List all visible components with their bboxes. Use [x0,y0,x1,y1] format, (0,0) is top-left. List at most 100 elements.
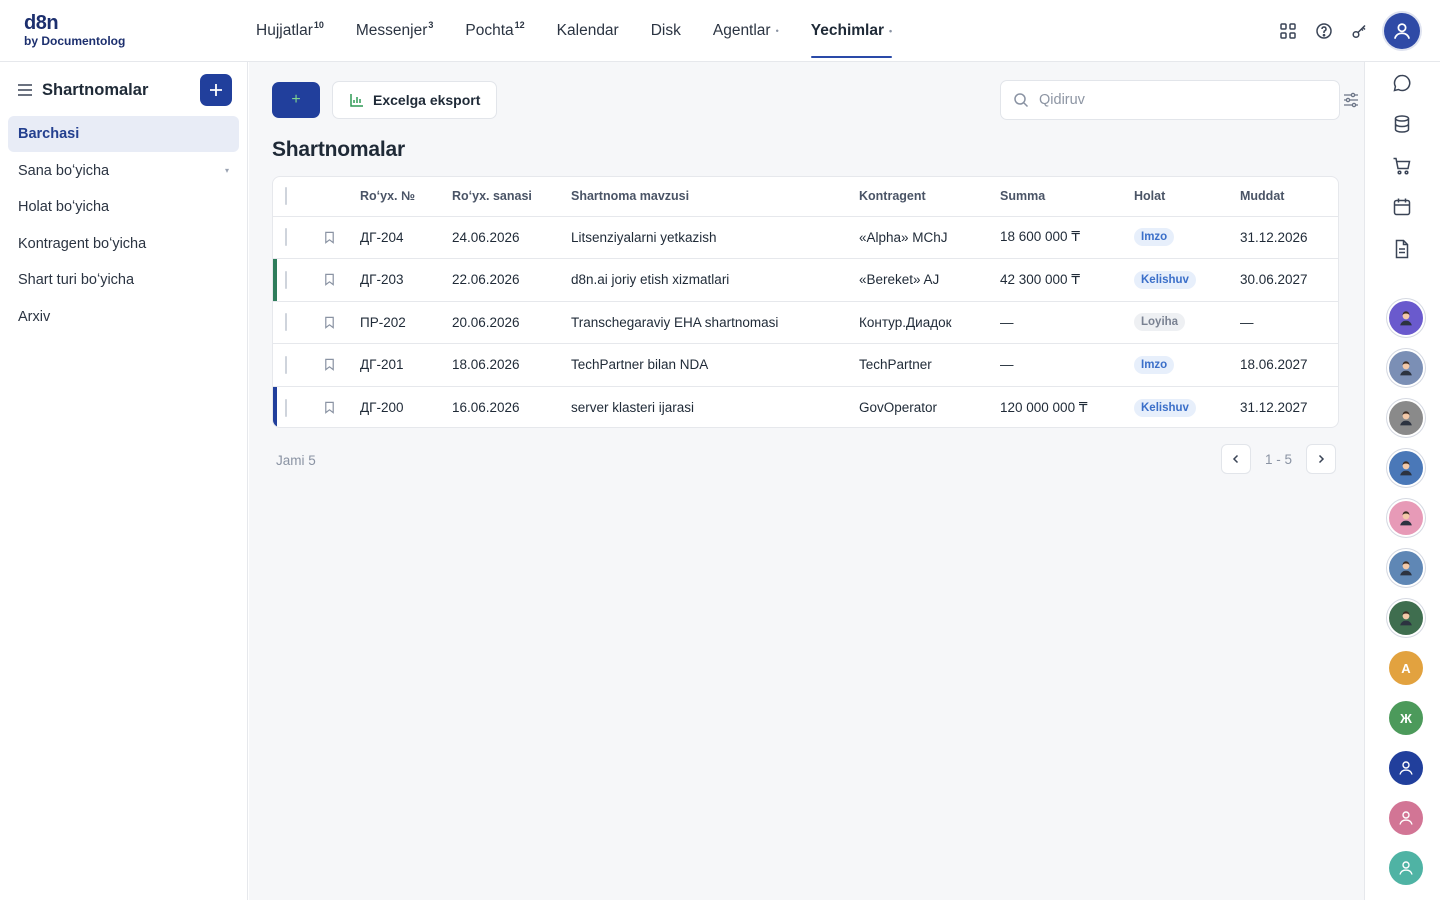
table-row[interactable]: ДГ-200 16.06.2026 server klasteri ijarasi G… [273,386,1338,427]
drag-handle-icon[interactable] [285,270,287,289]
cart-icon[interactable] [1392,156,1414,178]
drag-handle-icon[interactable] [285,355,287,374]
header-due-date[interactable]: Muddat [1240,177,1338,217]
export-label: Excelga eksport [373,92,481,108]
new-contract-button[interactable]: + [272,82,320,118]
search-box[interactable] [1000,80,1340,120]
contact-avatar-letter[interactable]: Ж [1389,701,1423,735]
nav-label: Pochta [465,22,514,39]
nav-item-agentlar[interactable]: Agentlar • [713,0,779,62]
sidebar-item-0[interactable]: Barchasi [8,116,239,152]
row-handle[interactable] [273,258,309,302]
person-photo-icon [1400,411,1412,426]
bookmark-icon[interactable] [323,231,336,244]
bookmark-cell[interactable] [309,343,360,387]
nav-item-kalendar[interactable]: Kalendar [557,0,619,62]
contact-avatar-letter[interactable]: A [1389,651,1423,685]
nav-badge: 10 [313,20,324,30]
contact-avatar-photo[interactable] [1389,351,1423,385]
table-row[interactable]: ДГ-203 22.06.2026 d8n.ai joriy etish xizma… [273,258,1338,302]
sidebar-item-2[interactable]: Holat boʻyicha [8,189,239,225]
contact-avatar[interactable] [1389,851,1423,885]
cell-due-date: 30.06.2027 [1240,258,1338,302]
chat-icon[interactable] [1392,73,1414,95]
database-icon[interactable] [1392,114,1414,136]
cell-subject: d8n.ai joriy etish xizmatlari [571,258,859,302]
bookmark-icon[interactable] [323,358,336,372]
contact-avatar-photo[interactable] [1389,601,1423,635]
contact-avatar[interactable] [1389,801,1423,835]
header-reg-date[interactable]: Roʻyx. sanasi [452,177,571,217]
next-page-button[interactable] [1306,444,1337,474]
person-photo-icon [1400,461,1412,476]
cell-sum: 120 000 000 ₸ [1000,399,1088,415]
drag-handle-icon[interactable] [285,398,287,417]
bookmark-icon[interactable] [323,401,336,414]
nav-item-pochta[interactable]: Pochta 12 [465,0,524,62]
cell-status: Kelishuv [1134,386,1240,427]
header-counterparty[interactable]: Kontragent [859,177,1000,217]
drag-handle-icon[interactable] [285,228,287,247]
contact-avatar[interactable] [1389,751,1423,785]
sidebar-item-label: Arxiv [18,308,51,325]
bookmark-cell[interactable] [309,216,360,259]
cell-status: Kelishuv [1134,258,1240,302]
logo-subtitle: by Documentolog [24,34,126,48]
row-handle[interactable] [273,386,309,427]
logo[interactable]: d8n by Documentolog [24,13,125,47]
bookmark-icon[interactable] [323,316,336,329]
header-status[interactable]: Holat [1134,177,1240,217]
sidebar-header: Shartnomalar [16,74,232,106]
nav-item-disk[interactable]: Disk [651,0,681,62]
table-row[interactable]: ДГ-201 18.06.2026 TechPartner bilan NDA Tec… [273,343,1338,387]
cell-status: Imzo [1134,216,1240,259]
sidebar-item-3[interactable]: Kontragent boʻyicha [8,226,239,262]
row-handle[interactable] [273,301,309,344]
search-input[interactable] [1039,92,1309,108]
bookmark-cell[interactable] [309,386,360,427]
row-handle[interactable] [273,216,309,259]
nav-item-hujjatlar[interactable]: Hujjatlar 10 [256,0,324,62]
sidebar-item-label: Barchasi [18,126,80,142]
table-row[interactable]: ПР-202 20.06.2026 Transchegaraviy EHA shar… [273,301,1338,344]
filter-settings-icon[interactable] [1343,92,1359,108]
document-icon[interactable] [1392,239,1414,261]
nav-item-messenjer[interactable]: Messenjer 3 [356,0,434,62]
cell-counterparty: TechPartner [859,343,1000,387]
key-icon[interactable] [1342,13,1378,49]
contact-avatar-photo[interactable] [1389,401,1423,435]
calendar-icon[interactable] [1392,197,1414,219]
apps-grid-icon[interactable] [1270,13,1306,49]
sidebar-item-4[interactable]: Shart turi boʻyicha [8,262,239,298]
excel-export-button[interactable]: Excelga eksport [332,81,498,119]
main-nav: Hujjatlar 10 Messenjer 3 Pochta 12 Kalendar Dis… [256,0,924,62]
cell-counterparty: Контур.Диадок [859,301,1000,344]
chevron-down-icon[interactable]: ▾ [225,166,229,175]
sidebar-item-1[interactable]: Sana boʻyicha ▾ [8,153,239,189]
table-row[interactable]: ДГ-204 24.06.2026 Litsenziyalarni yetkazis… [273,216,1338,259]
cell-reg-number: ДГ-201 [360,343,452,387]
contact-avatar-photo[interactable] [1389,301,1423,335]
drag-handle-icon[interactable] [285,313,287,332]
prev-page-button[interactable] [1221,444,1251,474]
bookmark-cell[interactable] [309,301,360,344]
contact-avatar-photo[interactable] [1389,451,1423,485]
menu-icon[interactable] [16,81,34,99]
nav-item-yechimlar[interactable]: Yechimlar • [810,0,893,62]
cell-reg-date: 22.06.2026 [452,258,571,302]
bookmark-cell[interactable] [309,258,360,302]
cell-counterparty: GovOperator [859,400,938,415]
sidebar-item-5[interactable]: Arxiv [8,299,239,335]
add-button[interactable] [200,74,232,106]
help-icon[interactable] [1306,13,1342,49]
user-avatar[interactable] [1384,13,1420,49]
status-badge: Imzo [1134,228,1175,247]
header-subject[interactable]: Shartnoma mavzusi [571,177,859,217]
contact-avatar-photo[interactable] [1389,551,1423,585]
contact-avatar-photo[interactable] [1389,501,1423,535]
header-sum[interactable]: Summa [1000,177,1134,217]
page-range: 1 - 5 [1265,451,1293,467]
bookmark-icon[interactable] [323,273,336,287]
header-reg-number[interactable]: Roʻyx. № [360,177,452,217]
row-handle[interactable] [273,343,309,387]
